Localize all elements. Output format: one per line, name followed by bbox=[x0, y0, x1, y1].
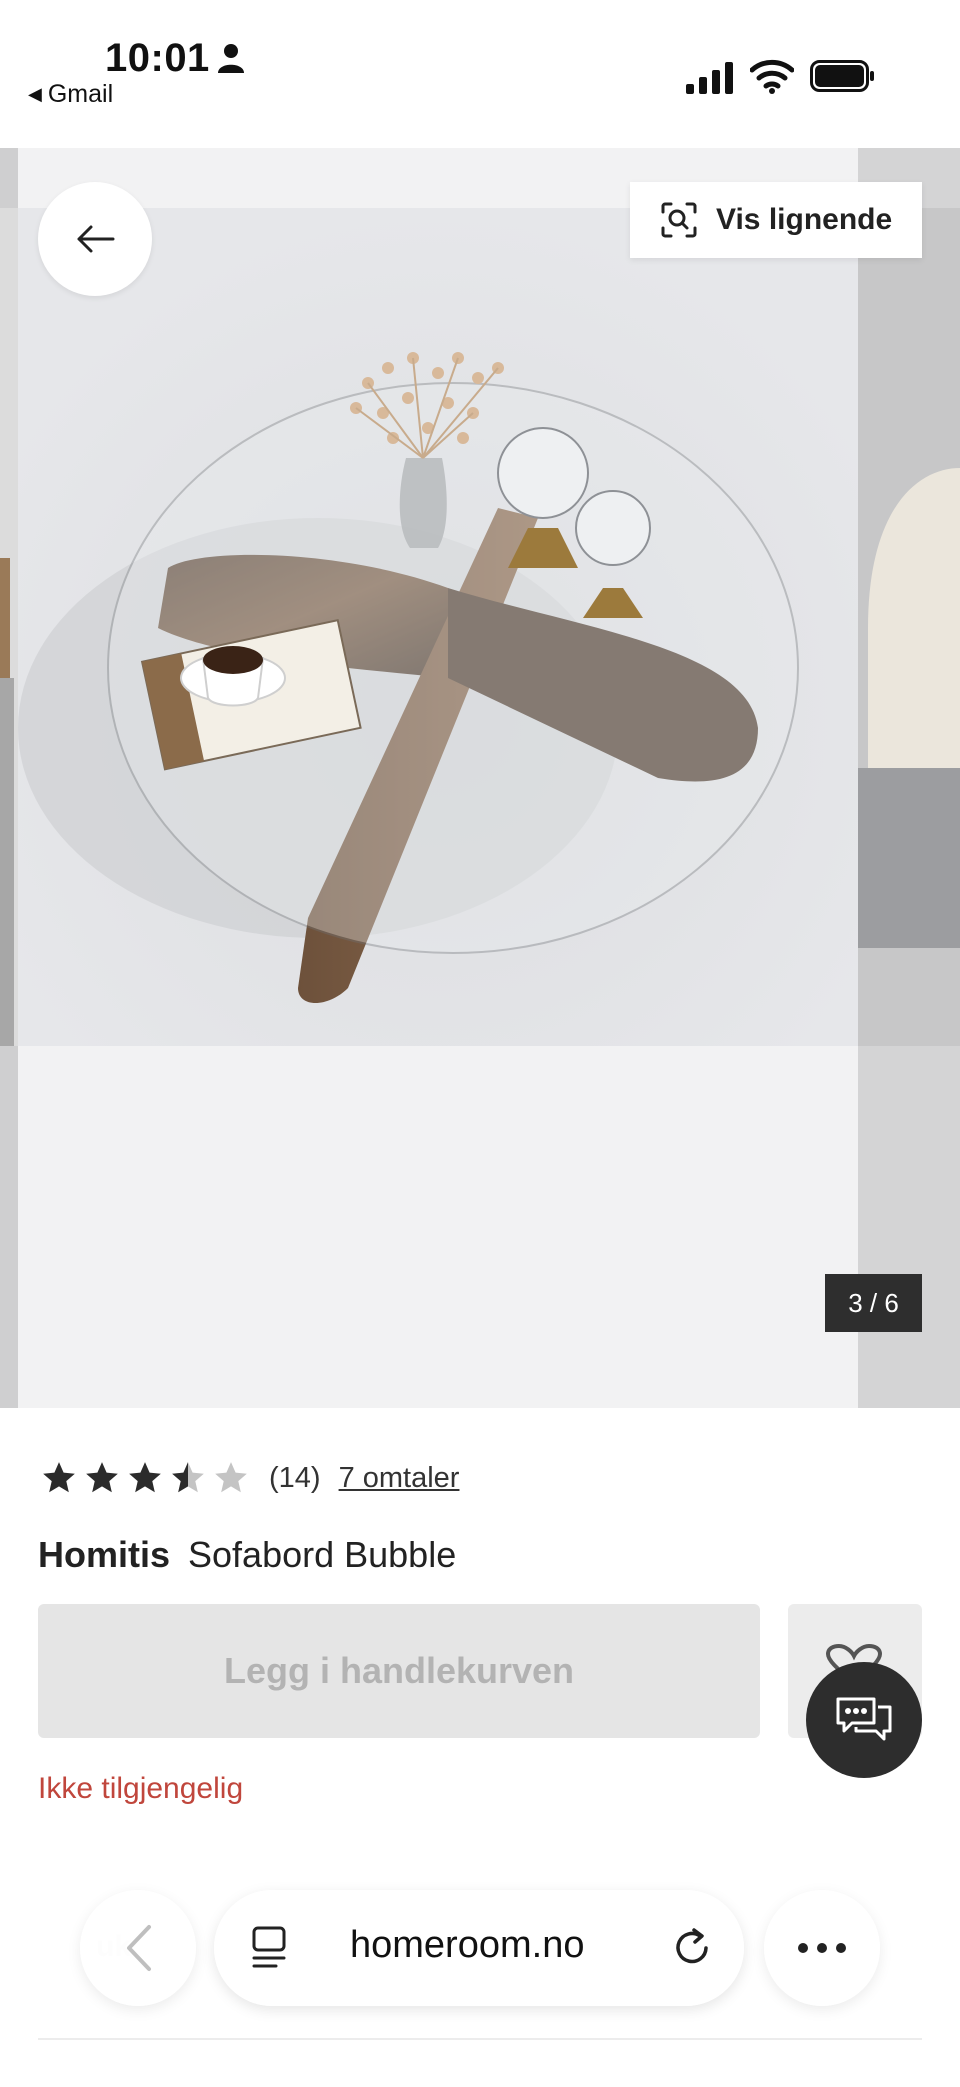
rating-count: (14) bbox=[269, 1461, 321, 1494]
next-image bbox=[858, 208, 960, 1046]
back-app-label: Gmail bbox=[47, 80, 114, 108]
wifi-icon bbox=[750, 59, 794, 94]
reviews-link[interactable]: 7 omtaler bbox=[339, 1462, 460, 1495]
image-counter-badge: 3 / 6 bbox=[825, 1274, 922, 1332]
battery-icon bbox=[810, 60, 874, 92]
status-bar: 10:01 ◀ Gmail bbox=[0, 0, 960, 148]
chat-icon bbox=[836, 1697, 892, 1741]
back-triangle-icon: ◀ bbox=[28, 84, 42, 104]
person-icon bbox=[218, 44, 244, 73]
browser-back-button[interactable] bbox=[80, 1890, 196, 2006]
star-half-icon bbox=[172, 1462, 204, 1493]
section-divider bbox=[38, 2038, 922, 2040]
show-similar-button[interactable]: Vis lignende bbox=[630, 182, 922, 258]
product-title: Homitis Sofabord Bubble bbox=[38, 1534, 456, 1576]
chat-support-button[interactable] bbox=[806, 1662, 922, 1778]
visual-search-icon bbox=[661, 202, 697, 238]
product-brand[interactable]: Homitis bbox=[38, 1534, 170, 1575]
previous-image bbox=[0, 208, 18, 1046]
star-filled-icon bbox=[43, 1462, 75, 1493]
product-name: Sofabord Bubble bbox=[188, 1534, 457, 1575]
chevron-left-icon bbox=[127, 1925, 151, 1971]
address-bar[interactable]: homeroom.no bbox=[214, 1890, 744, 2006]
add-to-cart-button[interactable]: Legg i handlekurven bbox=[38, 1604, 760, 1738]
cellular-signal-icon bbox=[686, 62, 733, 94]
star-filled-icon bbox=[129, 1462, 161, 1493]
arrow-left-icon bbox=[77, 225, 115, 253]
star-filled-icon bbox=[86, 1462, 118, 1493]
rating-row: (14) 7 omtaler bbox=[40, 1456, 459, 1500]
address-domain: homeroom.no bbox=[350, 1924, 585, 1966]
availability-status: Ikke tilgjengelig bbox=[38, 1772, 244, 1805]
star-empty-icon bbox=[215, 1462, 247, 1493]
more-icon bbox=[798, 1943, 846, 1953]
product-image[interactable] bbox=[18, 208, 858, 1046]
back-to-app-link[interactable]: ◀ Gmail bbox=[28, 80, 113, 109]
status-time: 10:01 bbox=[105, 36, 210, 80]
back-button[interactable] bbox=[38, 182, 152, 296]
browser-more-button[interactable] bbox=[764, 1890, 880, 2006]
tabs-icon bbox=[252, 1926, 286, 1968]
reload-icon[interactable] bbox=[670, 1926, 714, 1970]
show-similar-label: Vis lignende bbox=[716, 203, 893, 236]
